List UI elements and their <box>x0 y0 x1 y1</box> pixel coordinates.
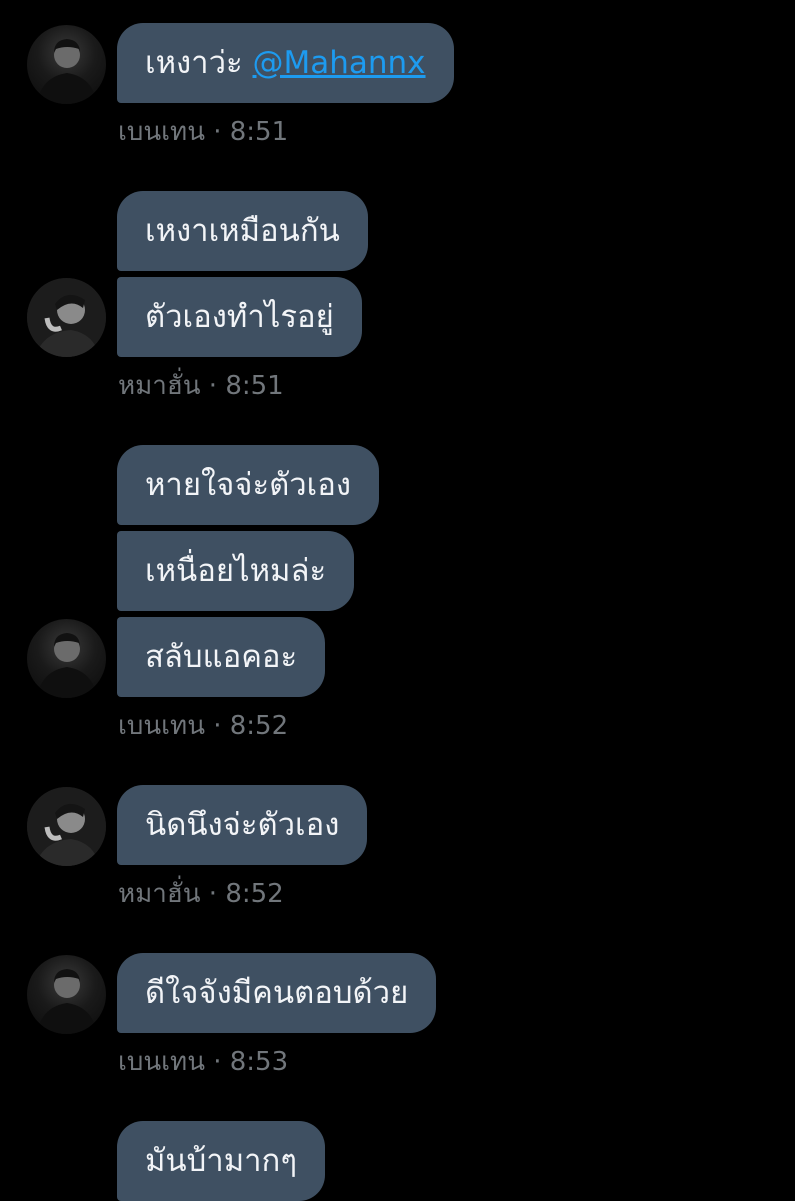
message-bubble[interactable]: เหงาเหมือนกัน <box>117 191 368 271</box>
message-bubble[interactable]: เหนื่อยไหมล่ะ <box>117 531 355 611</box>
avatar[interactable] <box>27 25 106 104</box>
avatar[interactable] <box>27 619 106 698</box>
message-bubble[interactable]: ตัวเองทำไรอยู่ <box>117 277 362 357</box>
message-meta: หมาฮั่น · 8:51 <box>118 371 284 401</box>
person-photo-icon <box>37 633 97 698</box>
avatar[interactable] <box>27 787 106 866</box>
message-bubble[interactable]: เหงาว่ะ @Mahannx <box>117 23 454 103</box>
message-bubble[interactable]: มันบ้ามากๆ <box>117 1121 325 1201</box>
avatar[interactable] <box>27 278 106 357</box>
message-bubble[interactable]: สลับแอคอะ <box>117 617 326 697</box>
person-photo-icon <box>27 787 106 866</box>
mention-link[interactable]: @Mahannx <box>253 45 426 81</box>
person-photo-icon <box>27 278 106 357</box>
message-bubble[interactable]: นิดนึงจ่ะตัวเอง <box>117 785 368 865</box>
message-meta: หมาฮั่น · 8:52 <box>118 879 284 909</box>
message-meta: เบนเทน · 8:51 <box>118 117 289 147</box>
message-bubble[interactable]: หายใจจ่ะตัวเอง <box>117 445 380 525</box>
message-meta: เบนเทน · 8:53 <box>118 1047 289 1077</box>
person-photo-icon <box>37 969 97 1034</box>
message-text: เหงาว่ะ <box>145 45 253 81</box>
message-bubble[interactable]: ดีใจจังมีคนตอบด้วย <box>117 953 437 1033</box>
avatar[interactable] <box>27 955 106 1034</box>
person-photo-icon <box>37 39 97 104</box>
message-meta: เบนเทน · 8:52 <box>118 711 289 741</box>
